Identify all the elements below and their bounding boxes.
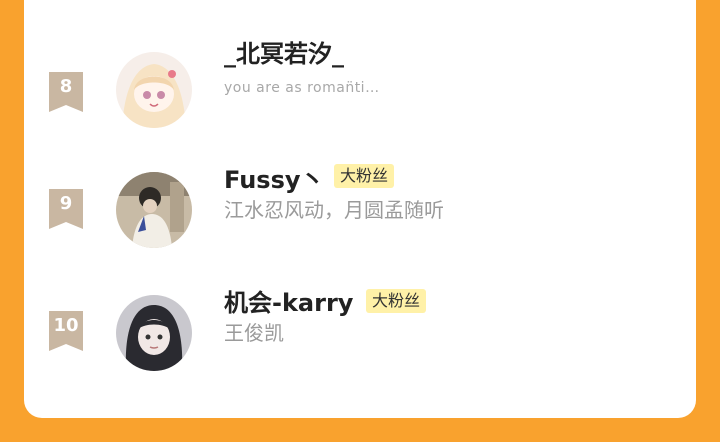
ranking-row-9[interactable]: 9 Fussy丶 大粉丝 江水忍风动，月圆孟随听	[24, 164, 696, 250]
avatar[interactable]	[116, 172, 192, 248]
avatar[interactable]	[116, 295, 192, 371]
user-name[interactable]: Fussy丶	[224, 166, 325, 194]
user-signature: 王俊凯	[224, 321, 284, 345]
user-signature: you are as roman̈ti…	[224, 80, 380, 96]
fan-badge: 大粉丝	[366, 289, 427, 313]
rank-number: 10	[53, 315, 79, 336]
rank-number: 9	[59, 193, 73, 214]
rank-number: 8	[59, 76, 73, 97]
avatar[interactable]	[116, 52, 192, 128]
ranking-row-10[interactable]: 10 机会-karry 大粉丝 王俊凯	[24, 289, 696, 373]
ranking-card: 8 _北冥若汐_ you are as roman̈ti… 9 Fussy丶 大…	[24, 0, 696, 418]
rank-badge: 10	[49, 311, 83, 351]
rank-badge: 8	[49, 72, 83, 112]
ranking-row-8[interactable]: 8 _北冥若汐_ you are as roman̈ti…	[24, 40, 696, 130]
rank-badge: 9	[49, 189, 83, 229]
user-name[interactable]: _北冥若汐_	[224, 40, 344, 68]
user-name[interactable]: 机会-karry	[224, 289, 353, 317]
fan-badge: 大粉丝	[334, 164, 395, 188]
user-signature: 江水忍风动，月圆孟随听	[224, 198, 444, 222]
